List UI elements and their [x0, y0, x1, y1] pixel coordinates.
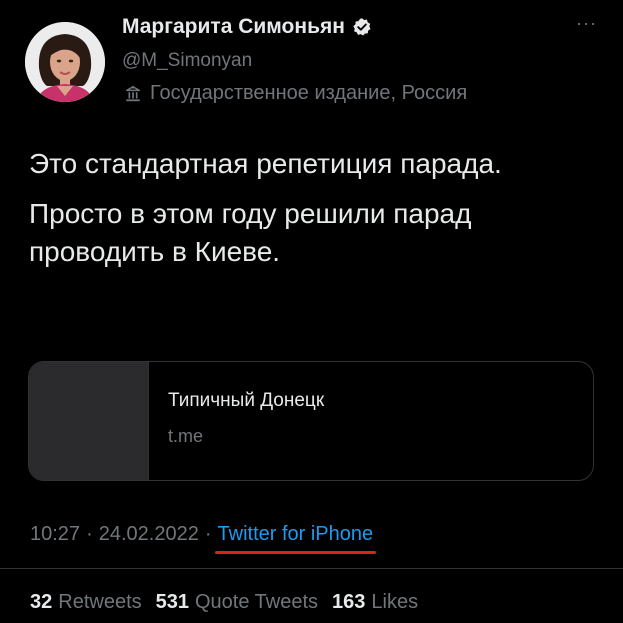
link-card-thumbnail	[29, 362, 149, 480]
tweet-source-link[interactable]: Twitter for iPhone	[214, 523, 377, 554]
meta-separator-1: ·	[86, 523, 93, 545]
engagement-stats: 32 Retweets 531 Quote Tweets 163 Likes	[30, 591, 432, 614]
state-media-label[interactable]: Государственное издание, Россия	[122, 82, 467, 105]
divider	[0, 568, 623, 569]
meta-separator-2: ·	[204, 523, 212, 545]
government-building-icon	[125, 85, 141, 101]
tweet-paragraph-2: Просто в этом году решили парад проводит…	[29, 198, 472, 267]
likes-label[interactable]: Likes	[371, 591, 418, 614]
quote-tweets-label[interactable]: Quote Tweets	[195, 591, 318, 614]
affiliation-text: Государственное издание, Россия	[150, 82, 468, 104]
tweet-time[interactable]: 10:27	[30, 523, 80, 546]
user-handle[interactable]: @M_Simonyan	[122, 50, 252, 72]
tweet-metadata: 10:27 · 24.02.2022 · Twitter for iPhone	[30, 523, 377, 554]
quote-tweets-count[interactable]: 531	[156, 591, 189, 614]
link-card-domain: t.me	[168, 426, 204, 446]
link-preview-card[interactable]: Типичный Донецк t.me	[28, 361, 594, 481]
likes-count[interactable]: 163	[332, 591, 365, 614]
retweets-count[interactable]: 32	[30, 591, 52, 614]
more-options-icon[interactable]: ···	[576, 14, 597, 32]
tweet-body: Это стандартная репетиция парада. Просто…	[29, 145, 589, 283]
display-name[interactable]: Маргарита Симоньян	[122, 15, 372, 39]
red-underline-annotation	[214, 551, 377, 554]
retweets-label[interactable]: Retweets	[58, 591, 141, 614]
tweet-date[interactable]: 24.02.2022	[99, 523, 199, 546]
tweet-paragraph-1: Это стандартная репетиция парада.	[29, 148, 502, 179]
verified-badge-icon	[353, 18, 371, 36]
tweet-source-text: Twitter for iPhone	[217, 523, 374, 545]
avatar[interactable]	[25, 22, 105, 102]
link-card-title: Типичный Донецк	[168, 390, 325, 411]
display-name-text: Маргарита Симоньян	[122, 15, 345, 38]
profile-photo	[25, 22, 105, 102]
